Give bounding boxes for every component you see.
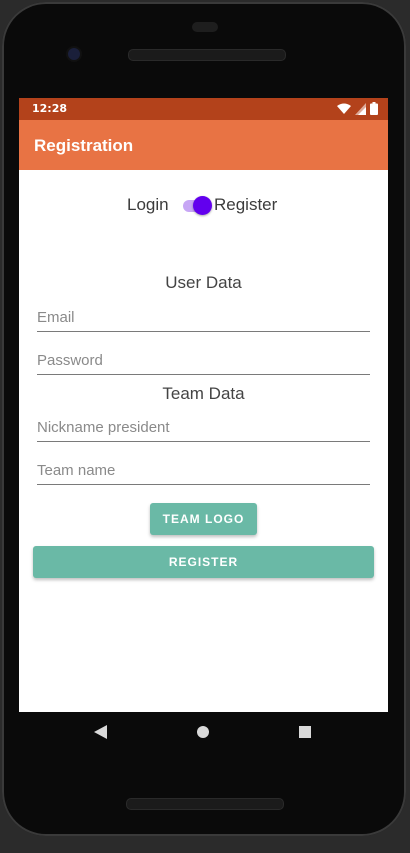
battery-icon [370,102,378,115]
email-field[interactable] [37,305,370,332]
status-bar: 12:28 [19,98,388,120]
nickname-president-field[interactable] [37,415,370,442]
email-input[interactable] [37,305,370,329]
earpiece [192,22,218,32]
back-icon[interactable] [94,725,107,739]
login-register-toggle-row: Login Register [19,194,388,218]
app-title: Registration [34,136,134,155]
switch-thumb[interactable] [193,196,212,215]
signal-icon [355,102,366,115]
login-label: Login [127,195,169,214]
login-register-switch[interactable] [183,196,213,215]
status-time: 12:28 [32,102,68,115]
register-button[interactable]: REGISTER [33,546,374,578]
status-icons [337,102,378,115]
team-name-input[interactable] [37,458,370,482]
home-icon[interactable] [197,726,209,738]
app-screen: 12:28 Registration Login Register User D… [19,98,388,712]
user-data-heading: User Data [165,273,242,292]
front-camera [68,48,80,60]
bottom-speaker [126,798,284,810]
password-input[interactable] [37,348,370,372]
app-bar: Registration [19,120,388,170]
nickname-president-input[interactable] [37,415,370,439]
team-logo-button[interactable]: TEAM LOGO [150,503,257,535]
system-nav-bar [19,712,388,752]
register-label: Register [214,195,278,214]
overview-icon[interactable] [299,726,311,738]
team-name-field[interactable] [37,458,370,485]
team-data-heading: Team Data [162,384,245,403]
wifi-icon [337,103,351,114]
top-speaker [128,49,286,61]
password-field[interactable] [37,348,370,375]
